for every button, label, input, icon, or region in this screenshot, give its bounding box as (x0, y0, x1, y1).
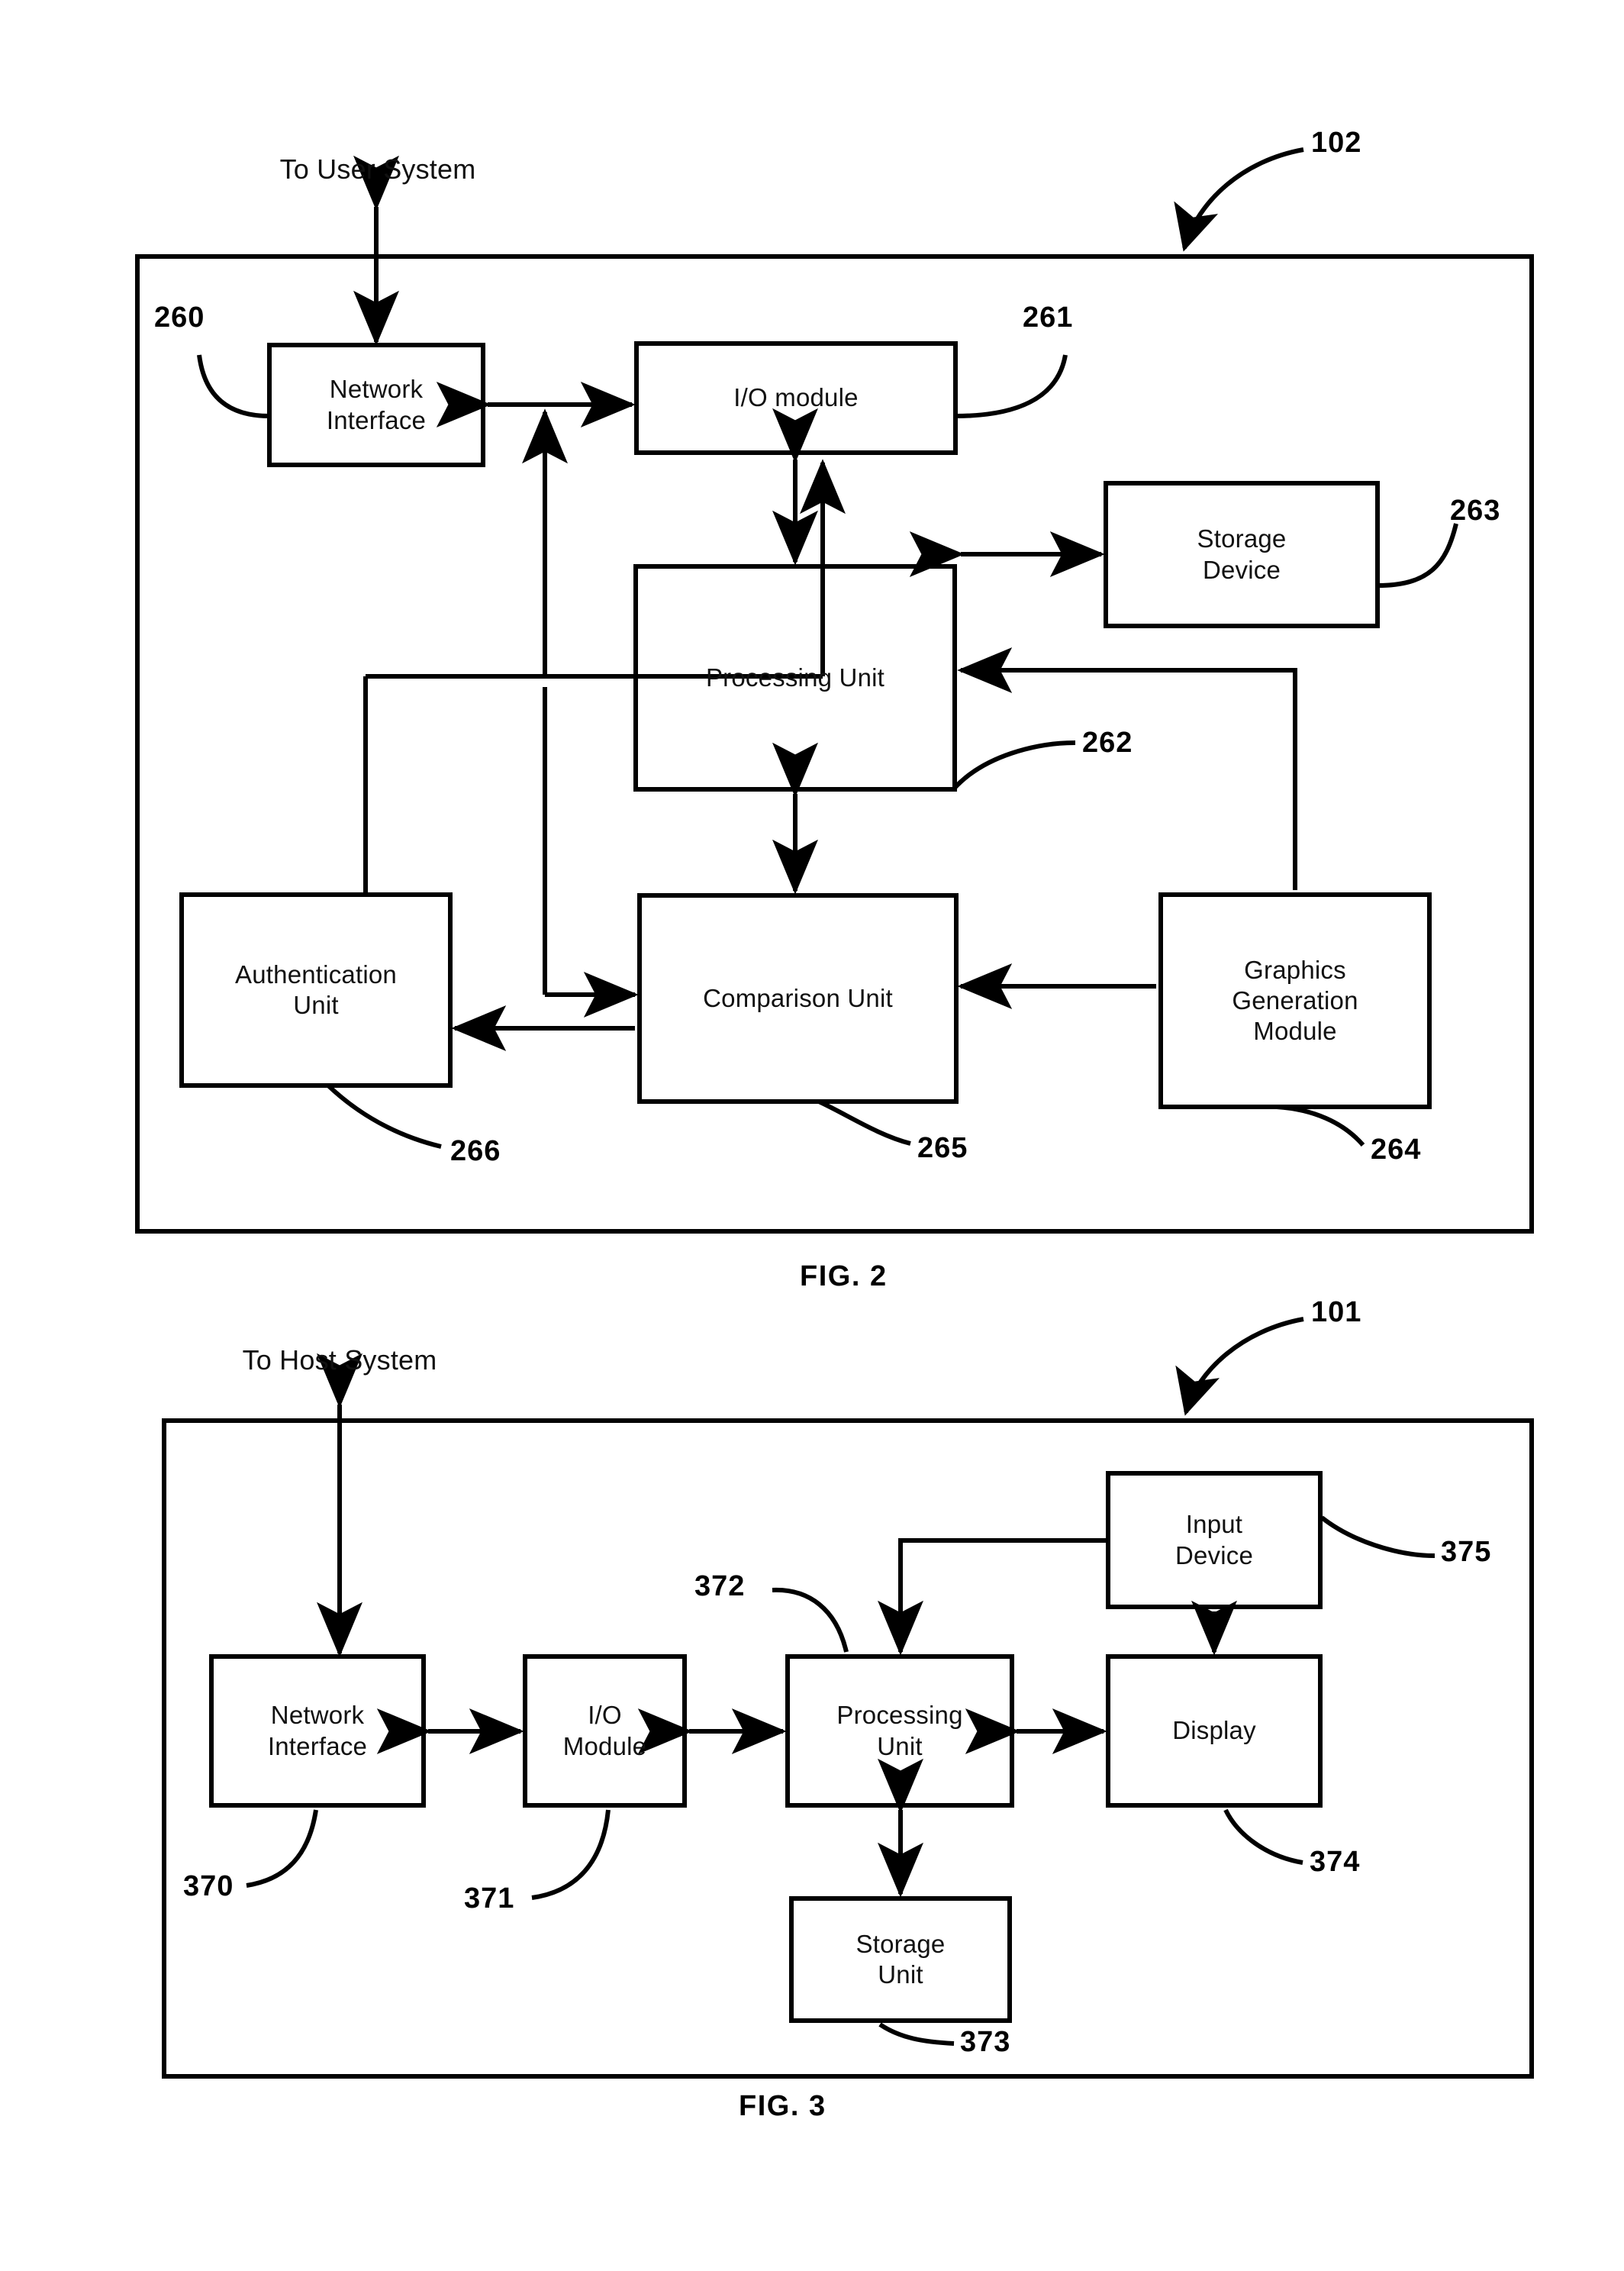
fig3-ref-371: 371 (464, 1882, 515, 1915)
fig2-caption: FIG. 2 (800, 1260, 888, 1292)
fig3-leader-372 (772, 1587, 849, 1653)
fig3-label-storage-unit: Storage Unit (856, 1929, 946, 1989)
fig2-leader-260 (197, 354, 270, 418)
fig2-leader-261 (955, 354, 1068, 418)
fig2-ref-261: 261 (1023, 302, 1074, 334)
fig2-label-authentication-unit: Authentication Unit (235, 960, 397, 1019)
fig3-label-processing-unit: Processing Unit (836, 1701, 963, 1760)
fig3-leader-375 (1320, 1515, 1436, 1558)
fig3-label-network-interface: Network Interface (267, 1701, 368, 1760)
fig2-ref-264: 264 (1371, 1134, 1422, 1166)
fig2-ref-265: 265 (917, 1132, 968, 1164)
fig3-label-io-module: I/O Module (562, 1701, 647, 1760)
fig3-ref-372: 372 (694, 1570, 746, 1602)
fig3-external-label-to-host-system: To Host System (242, 1344, 437, 1376)
fig2-label-graphics-generation-module: Graphics Generation Module (1232, 955, 1358, 1046)
fig3-caption: FIG. 3 (739, 2090, 826, 2122)
fig2-label-processing-unit: Processing Unit (705, 663, 885, 692)
fig2-label-io-module: I/O module (733, 383, 859, 412)
fig3-ref-370: 370 (183, 1870, 234, 1902)
fig3-leader-373 (878, 2022, 955, 2046)
fig2-leader-263 (1377, 523, 1458, 588)
fig3-ref-373: 373 (960, 2026, 1011, 2058)
fig2-ref-260: 260 (154, 302, 205, 334)
fig2-leader-265 (817, 1099, 911, 1146)
fig3-ref-374: 374 (1310, 1846, 1361, 1878)
fig3-system-ref-101: 101 (1311, 1296, 1362, 1328)
fig3-leader-101 (1175, 1317, 1304, 1416)
patent-drawing-sheet: To User System 102 Network Interface 260… (0, 0, 1624, 2271)
fig2-label-storage-device: Storage Device (1197, 524, 1287, 584)
fig2-ref-263: 263 (1450, 495, 1501, 527)
fig3-label-display: Display (1172, 1716, 1256, 1745)
fig3-label-input-device: Input Device (1174, 1510, 1254, 1569)
fig3-leader-374 (1223, 1808, 1303, 1865)
fig2-arrow-graphics-to-processing (957, 647, 1297, 890)
fig2-leader-266 (326, 1083, 442, 1149)
fig3-leader-371 (531, 1809, 611, 1900)
fig3-leader-370 (246, 1809, 318, 1888)
fig2-leader-102 (1174, 147, 1304, 252)
fig3-ref-375: 375 (1441, 1536, 1492, 1568)
fig2-leader-262 (952, 740, 1076, 790)
fig3-arrow-input-to-processing (878, 1538, 1108, 1656)
fig2-system-ref-102: 102 (1311, 127, 1362, 159)
fig2-ref-266: 266 (450, 1135, 501, 1167)
fig2-leader-264 (1276, 1105, 1365, 1147)
fig2-label-network-interface: Network Interface (326, 375, 427, 434)
fig2-ref-262: 262 (1082, 727, 1133, 759)
fig2-label-comparison-unit: Comparison Unit (703, 983, 893, 1012)
fig2-external-label-to-user-system: To User System (279, 153, 476, 185)
